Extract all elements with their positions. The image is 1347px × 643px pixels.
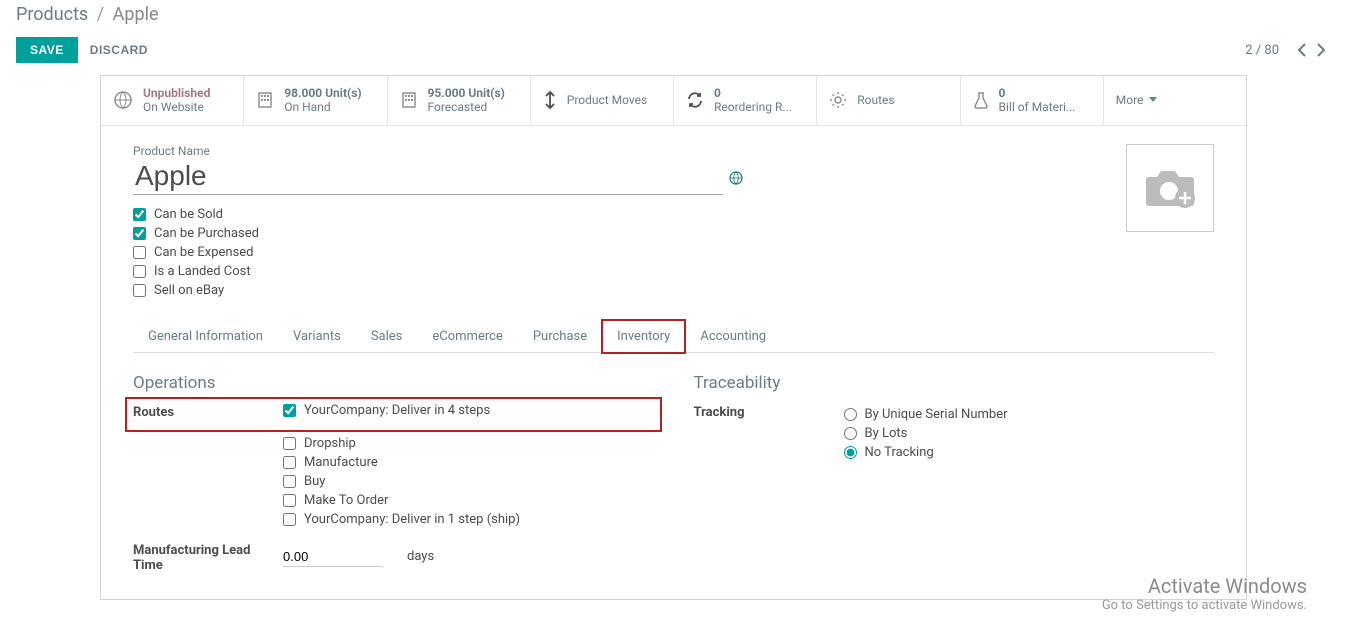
arrows-vertical-icon bbox=[543, 90, 557, 110]
pager-position: 2 / 80 bbox=[1245, 43, 1279, 58]
stat-onhand-value: 98.000 Unit(s) bbox=[284, 86, 361, 100]
tab-sales[interactable]: Sales bbox=[356, 320, 418, 352]
stat-forecasted-label: Forecasted bbox=[428, 100, 505, 114]
stat-unpublished[interactable]: Unpublished On Website bbox=[101, 76, 244, 125]
route-deliver-1-step[interactable]: YourCompany: Deliver in 1 step (ship) bbox=[283, 512, 520, 527]
stat-bom-label: Bill of Materi... bbox=[999, 100, 1076, 114]
tab-accounting[interactable]: Accounting bbox=[685, 320, 781, 352]
pager: 2 / 80 bbox=[1245, 40, 1331, 60]
stat-moves-label: Product Moves bbox=[567, 93, 647, 107]
stat-onhand[interactable]: 98.000 Unit(s) On Hand bbox=[244, 76, 387, 125]
control-panel: SAVE DISCARD 2 / 80 bbox=[0, 33, 1347, 75]
translate-globe-icon[interactable] bbox=[729, 171, 743, 185]
stat-routes[interactable]: Routes bbox=[817, 76, 960, 125]
pager-next-button[interactable] bbox=[1311, 40, 1331, 60]
stat-forecasted-value: 95.000 Unit(s) bbox=[428, 86, 505, 100]
building-icon bbox=[400, 91, 418, 109]
stat-more-label: More bbox=[1116, 93, 1144, 107]
save-button[interactable]: SAVE bbox=[16, 37, 78, 63]
chevron-left-icon bbox=[1297, 43, 1306, 57]
tracking-label: Tracking bbox=[694, 403, 844, 420]
mfg-lead-time-input[interactable] bbox=[283, 547, 383, 567]
tab-inventory[interactable]: Inventory bbox=[602, 320, 685, 353]
gear-icon bbox=[829, 91, 847, 109]
mfg-lead-time-label: Manufacturing Lead Time bbox=[133, 541, 283, 573]
operations-section: Operations Routes YourCompany: Deliver i… bbox=[133, 373, 654, 573]
tab-variants[interactable]: Variants bbox=[278, 320, 356, 352]
breadcrumb-current: Apple bbox=[113, 4, 159, 25]
product-name-input[interactable] bbox=[133, 160, 723, 195]
mfg-lead-time-unit: days bbox=[407, 549, 434, 564]
stat-forecasted[interactable]: 95.000 Unit(s) Forecasted bbox=[388, 76, 531, 125]
product-name-label: Product Name bbox=[133, 144, 1214, 158]
tab-purchase[interactable]: Purchase bbox=[518, 320, 602, 352]
stat-reordering-label: Reordering R... bbox=[714, 100, 792, 114]
route-manufacture[interactable]: Manufacture bbox=[283, 455, 520, 470]
breadcrumb-separator: / bbox=[97, 4, 104, 25]
product-image-placeholder[interactable] bbox=[1126, 144, 1214, 232]
route-deliver-4-steps[interactable]: YourCompany: Deliver in 4 steps bbox=[283, 403, 490, 418]
tab-ecommerce[interactable]: eCommerce bbox=[417, 320, 517, 352]
tabs: General Information Variants Sales eComm… bbox=[133, 320, 1214, 353]
breadcrumb: Products / Apple bbox=[0, 0, 1347, 33]
routes-label: Routes bbox=[133, 403, 283, 420]
building-icon bbox=[256, 91, 274, 109]
caret-down-icon bbox=[1149, 97, 1157, 103]
stat-unpublished-label: On Website bbox=[143, 100, 210, 114]
pager-prev-button[interactable] bbox=[1291, 40, 1311, 60]
breadcrumb-root[interactable]: Products bbox=[16, 4, 88, 25]
operations-title: Operations bbox=[133, 373, 654, 393]
stat-bom-value: 0 bbox=[999, 86, 1076, 100]
stat-reordering-value: 0 bbox=[714, 86, 792, 100]
routes-highlight: Routes YourCompany: Deliver in 4 steps bbox=[127, 399, 660, 430]
tab-general-information[interactable]: General Information bbox=[133, 320, 278, 352]
stat-boxes: Unpublished On Website 98.000 Unit(s) On… bbox=[101, 76, 1246, 126]
stat-product-moves[interactable]: Product Moves bbox=[531, 76, 674, 125]
tracking-serial[interactable]: By Unique Serial Number bbox=[844, 407, 1008, 422]
stat-onhand-label: On Hand bbox=[284, 100, 361, 114]
tracking-none[interactable]: No Tracking bbox=[844, 445, 1008, 460]
stat-routes-label: Routes bbox=[857, 93, 894, 107]
refresh-icon bbox=[686, 91, 704, 109]
traceability-title: Traceability bbox=[694, 373, 1215, 393]
camera-add-icon bbox=[1141, 165, 1199, 211]
form-sheet: Unpublished On Website 98.000 Unit(s) On… bbox=[100, 75, 1247, 600]
tracking-lots[interactable]: By Lots bbox=[844, 426, 1008, 441]
check-can-be-purchased[interactable]: Can be Purchased bbox=[133, 226, 1214, 241]
route-make-to-order[interactable]: Make To Order bbox=[283, 493, 520, 508]
route-buy[interactable]: Buy bbox=[283, 474, 520, 489]
discard-button[interactable]: DISCARD bbox=[90, 43, 148, 57]
route-dropship[interactable]: Dropship bbox=[283, 436, 520, 451]
flask-icon bbox=[973, 91, 989, 109]
windows-activation-watermark: Activate Windows Go to Settings to activ… bbox=[1102, 574, 1307, 613]
check-is-landed-cost[interactable]: Is a Landed Cost bbox=[133, 264, 1214, 279]
check-can-be-sold[interactable]: Can be Sold bbox=[133, 207, 1214, 222]
stat-reordering[interactable]: 0 Reordering R... bbox=[674, 76, 817, 125]
globe-icon bbox=[113, 90, 133, 110]
chevron-right-icon bbox=[1317, 43, 1326, 57]
stat-bom[interactable]: 0 Bill of Materi... bbox=[961, 76, 1104, 125]
check-can-be-expensed[interactable]: Can be Expensed bbox=[133, 245, 1214, 260]
stat-more[interactable]: More bbox=[1104, 76, 1246, 125]
traceability-section: Traceability Tracking By Unique Serial N… bbox=[694, 373, 1215, 573]
check-sell-on-ebay[interactable]: Sell on eBay bbox=[133, 283, 1214, 298]
stat-unpublished-value: Unpublished bbox=[143, 86, 210, 100]
